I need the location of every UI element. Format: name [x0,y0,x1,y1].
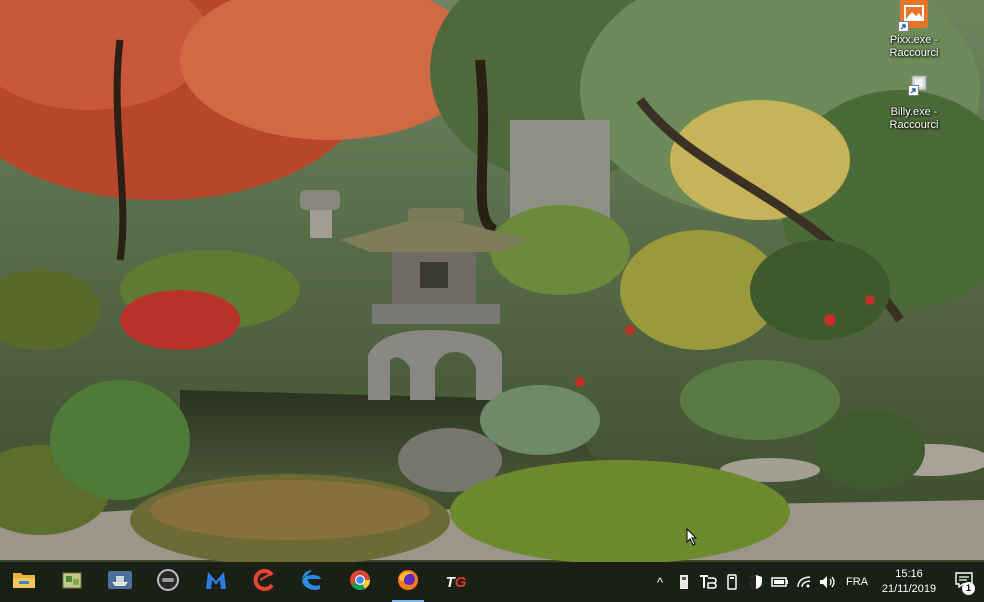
firefox-icon [396,568,420,597]
taskbar-app-2[interactable] [48,562,96,602]
notification-count-badge: 1 [962,582,975,595]
taskbar-app-4[interactable] [144,562,192,602]
taskbar-clock[interactable]: 15:16 21/11/2019 [874,567,944,597]
pixx-shortcut-label-2: Raccourci [889,47,939,59]
tray-wifi-icon[interactable] [792,562,816,602]
billy-shortcut-icon[interactable]: Billy.exe - Raccourci [876,72,952,132]
taskbar-file-explorer[interactable] [0,562,48,602]
tray-usb-icon[interactable] [672,562,696,602]
taskbar-ccleaner[interactable] [240,562,288,602]
ship-icon [107,569,133,596]
ccleaner-icon [252,568,276,597]
taskbar-firefox[interactable] [384,562,432,602]
tg-icon-letter-g: G [454,573,467,591]
tray-battery-icon[interactable] [768,562,792,602]
input-language-indicator[interactable]: FRA [840,576,874,588]
tray-app-b-icon[interactable] [696,562,720,602]
chevron-up-icon: ^ [656,574,664,590]
system-tray: ^ FRA 15:16 21/11/2019 1 [648,562,984,602]
folder-icon [12,570,36,595]
tray-drive-icon[interactable] [720,562,744,602]
shortcut-arrow-icon [898,21,909,32]
taskbar-chrome[interactable] [336,562,384,602]
desktop[interactable]: Pixx.exe - Raccourci Billy.exe - Raccour… [0,0,984,602]
taskbar: TG ^ FRA 15:16 21/11/2019 1 [0,562,984,602]
clock-date: 21/11/2019 [881,583,937,595]
chrome-icon [348,568,372,597]
show-hidden-icons-button[interactable]: ^ [648,562,672,602]
pixx-shortcut-label-1: Pixx.exe - [889,34,939,46]
generic-app-icon [898,72,930,104]
billy-shortcut-label-1: Billy.exe - [890,106,938,118]
mouse-cursor-icon [686,527,698,551]
action-center-button[interactable]: 1 [944,562,984,602]
shortcut-arrow-icon [908,85,919,96]
tg-icon: TG [446,574,467,591]
tray-volume-icon[interactable] [816,562,840,602]
malwarebytes-icon [204,569,228,596]
billy-shortcut-label-2: Raccourci [889,119,939,131]
taskbar-app-3[interactable] [96,562,144,602]
circle-app-icon [156,568,180,597]
tray-security-shield-icon[interactable] [744,562,768,602]
taskbar-app-5[interactable] [192,562,240,602]
tg-icon-letter-t: T [445,573,455,591]
edge-icon [300,568,324,597]
desktop-wallpaper [0,0,984,562]
image-app-icon [898,0,930,32]
taskbar-app-10[interactable]: TG [432,562,480,602]
green-box-icon [61,569,83,596]
taskbar-edge[interactable] [288,562,336,602]
pixx-shortcut-icon[interactable]: Pixx.exe - Raccourci [876,0,952,60]
clock-time: 15:16 [895,568,923,580]
